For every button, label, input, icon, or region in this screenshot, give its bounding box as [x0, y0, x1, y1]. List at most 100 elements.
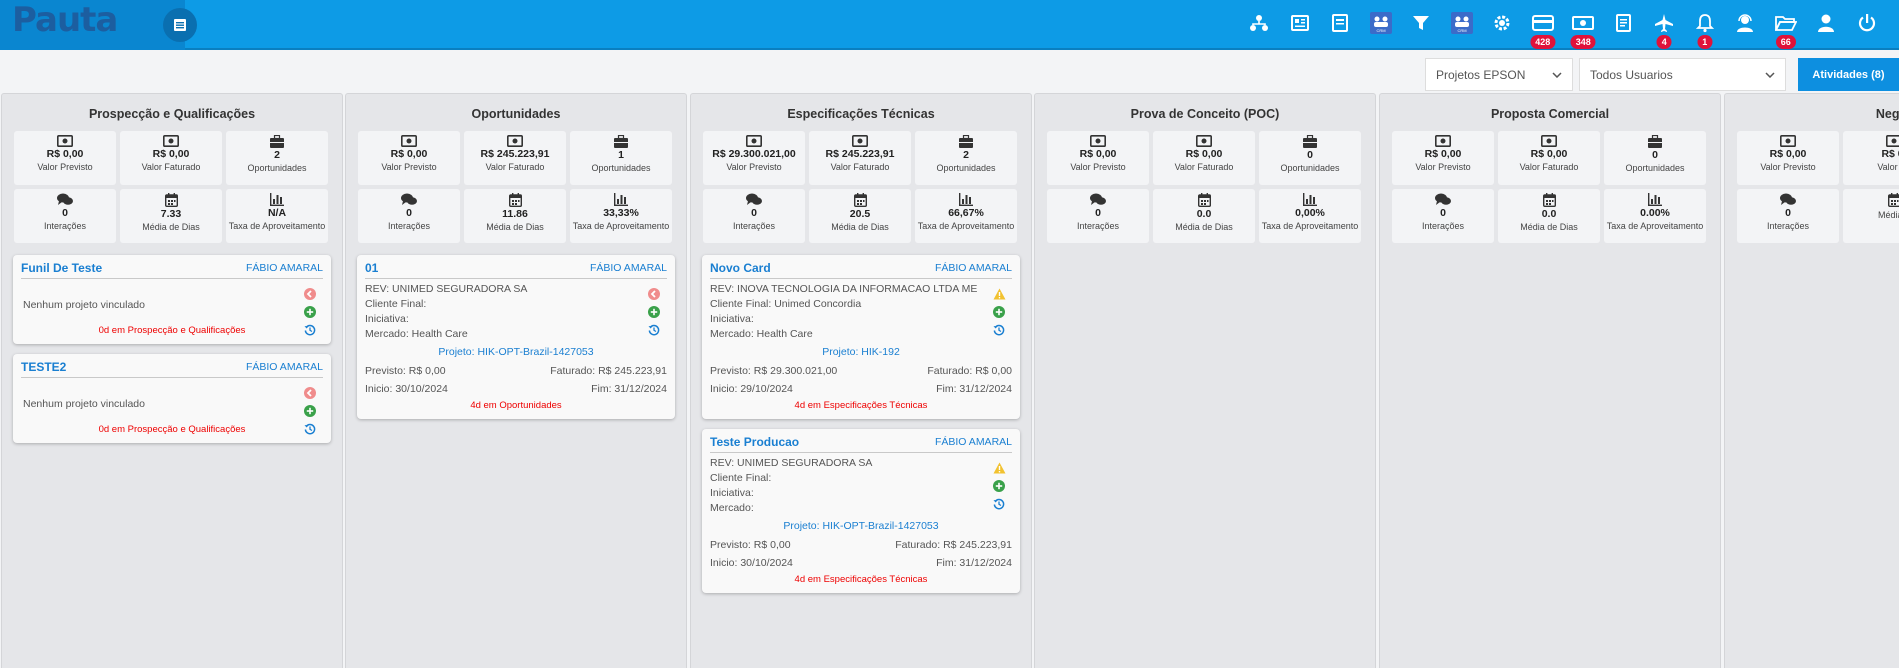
org-chart-button[interactable] [1239, 0, 1280, 50]
filter-button[interactable] [1401, 0, 1442, 50]
notification-badge: 66 [1775, 35, 1796, 49]
client-text: Cliente Final: [365, 298, 427, 310]
card-list: Funil De Teste FÁBIO AMARAL Nenhum projeto… [2, 255, 342, 443]
start-date: Inicio: 29/10/2024 [710, 383, 793, 395]
initiative-text: Iniciativa: [365, 313, 409, 325]
stat-label: Valor Previsto [381, 162, 437, 172]
project-link[interactable]: Projeto: HIK-192 [710, 346, 1012, 358]
document-button[interactable] [1320, 0, 1361, 50]
history-icon[interactable] [992, 496, 1006, 511]
calendar-icon [1197, 193, 1211, 207]
calendar-icon [508, 193, 522, 207]
stat-label: Média de Dias [1520, 222, 1578, 232]
move-back-icon[interactable] [303, 286, 317, 301]
stat-media-dias: 20.5 Média de Dias [809, 189, 911, 243]
navbar-icons: CRM CRM 428 348 4 1 66 [1239, 0, 1887, 50]
stat-value: R$ 0,00 [152, 148, 190, 160]
opportunity-card[interactable]: Novo Card FÁBIO AMARAL REV: INOVA TECNOLOG… [702, 255, 1020, 419]
gear-icon [1492, 13, 1512, 38]
add-icon[interactable] [992, 304, 1006, 319]
start-date: Inicio: 30/10/2024 [365, 383, 448, 395]
money-icon [852, 135, 868, 147]
opportunity-card[interactable]: TESTE2 FÁBIO AMARAL Nenhum projeto vincula… [13, 354, 331, 443]
card-title[interactable]: Teste Producao [710, 435, 799, 449]
stat-value: 11.86 [502, 208, 528, 220]
move-back-icon[interactable] [647, 286, 661, 301]
stat-oportunidades: 1 Oportunidades [570, 131, 672, 185]
opportunity-card[interactable]: Funil De Teste FÁBIO AMARAL Nenhum projeto… [13, 255, 331, 344]
card-title[interactable]: Funil De Teste [21, 261, 102, 275]
gear-button[interactable] [1482, 0, 1523, 50]
calendar-icon [164, 193, 178, 207]
airplane-button[interactable]: 4 [1644, 0, 1685, 50]
history-icon[interactable] [303, 421, 317, 436]
stat-value: R$ 245.223,91 [480, 148, 550, 160]
history-icon[interactable] [303, 322, 317, 337]
stat-label: Média d [1877, 210, 1899, 220]
warning-icon[interactable] [992, 286, 1006, 301]
add-icon[interactable] [303, 304, 317, 319]
stat-valor-faturado: R$ 0,00 Valor Faturado [120, 131, 222, 185]
values-row: Previsto: R$ 0,00 Faturado: R$ 245.223,91 [710, 536, 1012, 554]
stat-value: 1 [618, 149, 624, 161]
calendar-icon [1887, 193, 1899, 207]
user-support-button[interactable] [1725, 0, 1766, 50]
bell-button[interactable]: 1 [1685, 0, 1726, 50]
start-date: Inicio: 30/10/2024 [710, 557, 793, 569]
menu-toggle-button[interactable] [163, 8, 197, 42]
notification-badge: 4 [1656, 35, 1672, 49]
stat-interacoes: 0 Interações [1047, 189, 1149, 243]
users-select[interactable]: Todos Usuarios [1579, 58, 1786, 91]
notes-button[interactable] [1604, 0, 1645, 50]
stat-valor-faturado: R$ 245.223,91 Valor Faturado [464, 131, 566, 185]
notification-badge: 348 [1570, 35, 1596, 49]
stat-oportunidades: 0 Oportunidades [1259, 131, 1361, 185]
briefcase-icon [1303, 135, 1317, 148]
add-icon[interactable] [647, 304, 661, 319]
move-back-icon[interactable] [303, 385, 317, 400]
stat-label: Valor Faturado [485, 162, 545, 172]
opportunity-card[interactable]: Teste Producao FÁBIO AMARAL REV: UNIMED SE… [702, 429, 1020, 593]
project-link[interactable]: Projeto: HIK-OPT-Brazil-1427053 [710, 520, 1012, 532]
money-button[interactable]: 348 [1563, 0, 1604, 50]
stat-value: R$ 0,00 [1530, 148, 1568, 160]
opportunity-card[interactable]: 01 FÁBIO AMARAL REV: UNIMED SEGURADORA SA C… [357, 255, 675, 419]
add-icon[interactable] [303, 403, 317, 418]
warning-icon[interactable] [992, 460, 1006, 475]
card-title[interactable]: 01 [365, 261, 378, 275]
user-button[interactable] [1806, 0, 1847, 50]
history-icon[interactable] [992, 322, 1006, 337]
rev-text: REV: UNIMED SEGURADORA SA [710, 457, 873, 469]
project-link[interactable]: Projeto: HIK-OPT-Brazil-1427053 [365, 346, 667, 358]
stat-value: R$ 0,00 [46, 148, 84, 160]
stat-interacoes: 0 Interações [14, 189, 116, 243]
add-icon[interactable] [992, 478, 1006, 493]
activities-button[interactable]: Atividades (8) [1798, 58, 1899, 91]
user-icon [1817, 13, 1835, 38]
card-title[interactable]: TESTE2 [21, 360, 66, 374]
folder-open-button[interactable]: 66 [1766, 0, 1807, 50]
logo: Pauta [12, 0, 118, 40]
credit-card-button[interactable]: 428 [1523, 0, 1564, 50]
stat-label: Valor Previsto [1415, 162, 1471, 172]
stat-valor-faturado: R$ 245.223,91 Valor Faturado [809, 131, 911, 185]
stat-oportunidades: 2 Oportunidades [915, 131, 1017, 185]
stat-value: 0 [1652, 149, 1658, 161]
card-title[interactable]: Novo Card [710, 261, 771, 275]
stat-label: Oportunidades [1625, 163, 1685, 173]
card-actions [303, 286, 317, 337]
crm-button[interactable]: CRM [1361, 0, 1402, 50]
rev-text: REV: INOVA TECNOLOGIA DA INFORMACAO LTDA… [710, 283, 978, 295]
history-icon[interactable] [647, 322, 661, 337]
forecast-value: Previsto: R$ 0,00 [710, 539, 791, 551]
stat-value: 0 [1307, 149, 1313, 161]
power-button[interactable] [1847, 0, 1888, 50]
comments-icon [746, 193, 762, 206]
stat-label: Valor Fa [1877, 162, 1899, 172]
airplane-icon [1654, 13, 1674, 38]
crm-users-button[interactable]: CRM [1442, 0, 1483, 50]
project-select[interactable]: Projetos EPSON [1425, 58, 1573, 91]
newspaper-button[interactable] [1280, 0, 1321, 50]
card-header: TESTE2 FÁBIO AMARAL [21, 360, 323, 378]
bar-chart-icon [959, 193, 973, 206]
